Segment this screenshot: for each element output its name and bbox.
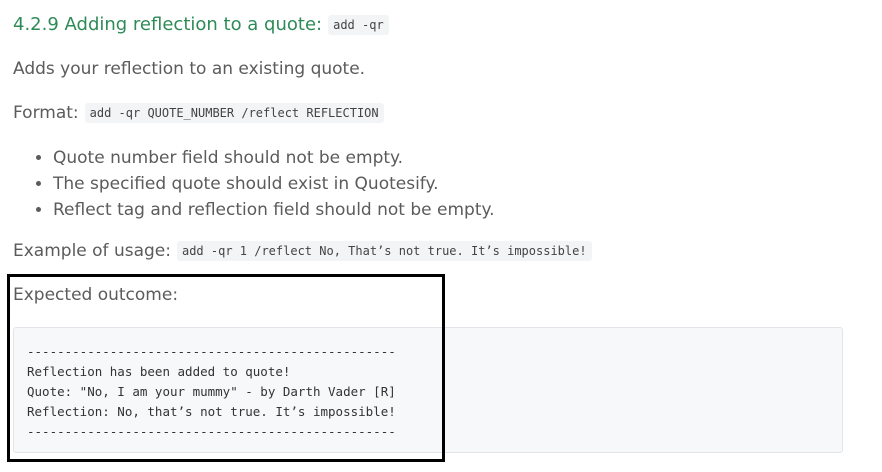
format-line: Format: add -qr QUOTE_NUMBER /reflect REF… (13, 103, 384, 123)
list-item: Reflect tag and reflection field should … (53, 197, 495, 223)
list-item: The specified quote should exist in Quot… (53, 171, 495, 197)
outcome-code-block: ----------------------------------------… (13, 327, 843, 453)
example-label: Example of usage: (13, 241, 171, 261)
expected-outcome-label: Expected outcome: (13, 285, 179, 305)
code-line: Reflection: No, that’s not true. It’s im… (27, 404, 396, 419)
outcome-code: ----------------------------------------… (27, 342, 396, 442)
requirements-list: Quote number field should not be empty. … (13, 145, 495, 223)
section-heading: 4.2.9 Adding reflection to a quote: add -… (13, 14, 389, 35)
example-line: Example of usage: add -qr 1 /reflect No, … (13, 241, 592, 261)
section-heading-text: 4.2.9 Adding reflection to a quote: (13, 14, 323, 35)
format-label: Format: (13, 103, 79, 123)
example-code: add -qr 1 /reflect No, That’s not true. … (176, 241, 592, 261)
description-text: Adds your reflection to an existing quot… (13, 59, 366, 79)
code-line: ----------------------------------------… (27, 344, 396, 359)
list-item: Quote number field should not be empty. (53, 145, 495, 171)
code-line: Reflection has been added to quote! (27, 364, 291, 379)
code-line: ----------------------------------------… (27, 424, 396, 439)
code-line: Quote: "No, I am your mummy" - by Darth … (27, 384, 396, 399)
command-code: add -qr (328, 15, 389, 35)
format-code: add -qr QUOTE_NUMBER /reflect REFLECTION (84, 103, 384, 123)
